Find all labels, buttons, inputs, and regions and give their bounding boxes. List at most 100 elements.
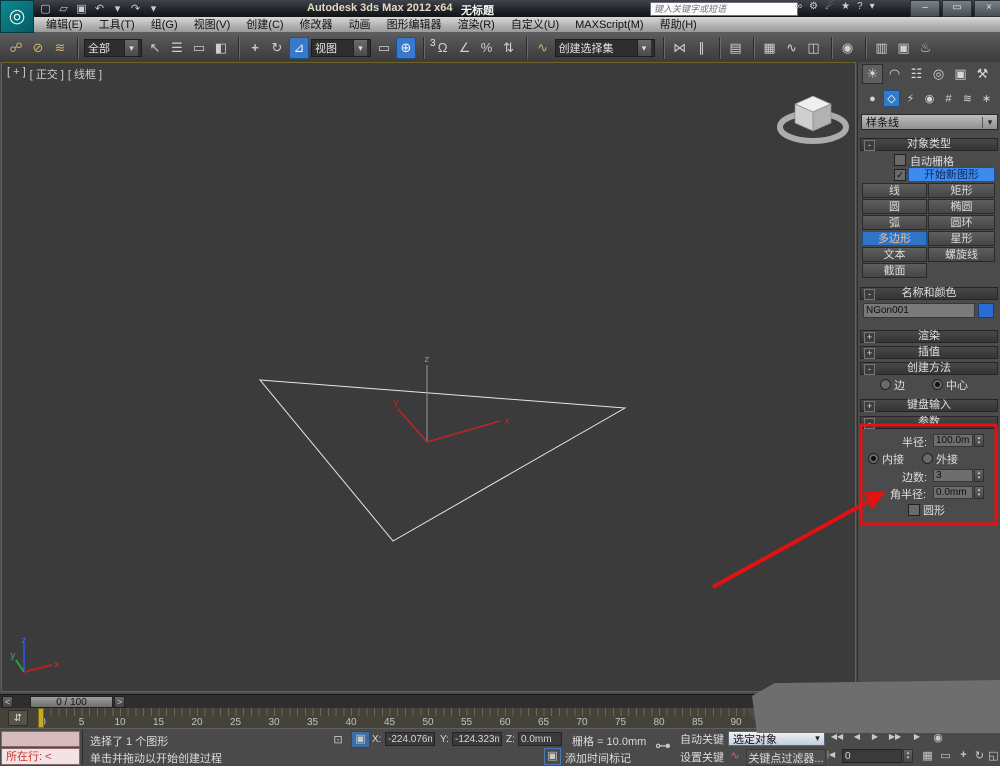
rollout-toggle[interactable]: + <box>864 401 875 412</box>
zoom-extents-icon[interactable]: ▦ <box>920 749 935 762</box>
save-file-icon[interactable]: ▣ <box>74 2 89 15</box>
menu-rendering[interactable]: 渲染(R) <box>450 17 503 33</box>
menu-animation[interactable]: 动画 <box>341 17 379 33</box>
zoom-region-icon[interactable]: ▭ <box>938 749 953 762</box>
go-to-start-icon[interactable]: ◀◀ <box>828 732 846 741</box>
ngon-wireframe[interactable] <box>258 379 627 542</box>
selection-filter-dropdown[interactable]: 全部 ▾ <box>84 38 142 57</box>
tab-hierarchy[interactable]: ☷ <box>906 64 927 84</box>
render-production-icon[interactable]: ♨ <box>916 37 936 59</box>
menu-create[interactable]: 创建(C) <box>238 17 291 33</box>
frame-spinner[interactable]: ▴ ▾ <box>903 749 913 763</box>
select-and-rotate-icon[interactable]: ↻ <box>267 37 287 59</box>
auto-key-button[interactable]: 自动关键点 <box>678 731 726 762</box>
select-and-link-icon[interactable]: ☍ <box>6 37 26 59</box>
macro-recorder-pane[interactable] <box>1 731 80 747</box>
select-and-scale-icon[interactable]: ⊿ <box>289 36 309 59</box>
sides-spinner[interactable]: ▴ ▾ <box>974 469 984 482</box>
shape-button-donut[interactable]: 圆环 <box>928 215 995 230</box>
category-shapes[interactable]: ◇ <box>883 90 900 107</box>
wrench-icon[interactable]: ⚙ <box>809 1 818 12</box>
rollout-toggle[interactable]: + <box>864 332 875 343</box>
category-cameras[interactable]: ◉ <box>921 90 938 107</box>
play-animation-icon[interactable]: ▶ <box>868 732 882 741</box>
help-icon[interactable]: ? <box>857 1 863 12</box>
render-setup-icon[interactable]: ▥ <box>872 37 892 59</box>
tab-utilities[interactable]: ⚒ <box>972 64 993 84</box>
chevron-down-icon[interactable]: ▾ <box>982 116 997 128</box>
object-name-field[interactable] <box>863 303 975 318</box>
redo-icon[interactable]: ↷ <box>128 2 143 15</box>
new-file-icon[interactable]: ▢ <box>38 2 53 15</box>
shape-button-ellipse[interactable]: 椭圆 <box>928 199 995 214</box>
search-icon[interactable]: ∞ <box>795 1 802 12</box>
menu-customize[interactable]: 自定义(U) <box>503 17 567 33</box>
circular-checkbox[interactable] <box>908 504 920 516</box>
circumscribed-radio[interactable] <box>922 453 933 464</box>
mini-listener-pane[interactable]: 所在行: < <box>1 748 80 765</box>
time-slider-handle[interactable]: 0 / 100 <box>30 696 113 708</box>
rollout-toggle[interactable]: - <box>864 418 875 429</box>
key-mode-curve-icon[interactable]: ∿ <box>728 749 742 762</box>
mirror-icon[interactable]: ⋈ <box>670 37 690 59</box>
current-frame-field[interactable] <box>842 749 902 763</box>
rollout-creation-method[interactable]: - 创建方法 <box>860 362 998 375</box>
viewport-menu-view[interactable]: [ 正交 ] <box>30 66 64 82</box>
z-coord-field[interactable] <box>518 732 562 746</box>
menu-help[interactable]: 帮助(H) <box>652 17 705 33</box>
menu-modifiers[interactable]: 修改器 <box>292 17 341 33</box>
reference-coordinate-dropdown[interactable]: 视图 ▾ <box>311 38 371 57</box>
set-keys-key-icon[interactable]: ⊶ <box>652 731 674 763</box>
viewcube[interactable] <box>772 84 856 150</box>
unlink-selection-icon[interactable]: ⊘ <box>28 37 48 59</box>
chevron-down-icon[interactable]: ▾ <box>811 733 824 744</box>
rollout-toggle[interactable]: - <box>864 140 875 151</box>
radius-field[interactable] <box>933 434 973 447</box>
set-key-button[interactable]: 设置关键点 <box>678 749 726 764</box>
select-and-move-icon[interactable]: + <box>245 37 265 59</box>
time-slider-track[interactable]: < 0 / 100 > <box>0 694 856 708</box>
shape-button-text[interactable]: 文本 <box>862 247 927 262</box>
rendered-frame-window-icon[interactable]: ▣ <box>894 37 914 59</box>
radius-spinner[interactable]: ▴ ▾ <box>974 434 984 447</box>
key-filters-button[interactable]: 关键点过滤器... <box>746 749 826 766</box>
menu-maxscript[interactable]: MAXScript(M) <box>567 17 651 33</box>
rollout-interpolation[interactable]: + 插值 <box>860 346 998 359</box>
shape-button-circle[interactable]: 圆 <box>862 199 927 214</box>
pan-hand-icon[interactable]: + <box>956 749 971 761</box>
isolate-toggle-icon[interactable]: ▣ <box>544 748 561 765</box>
menu-group[interactable]: 组(G) <box>143 17 186 33</box>
menu-tools[interactable]: 工具(T) <box>91 17 143 33</box>
shape-category-dropdown[interactable]: 样条线 ▾ <box>861 114 998 130</box>
help-flyout-icon[interactable]: ▾ <box>870 1 875 12</box>
tab-create[interactable]: ☀ <box>862 64 883 84</box>
shape-button-ngon[interactable]: 多边形 <box>862 231 927 246</box>
rectangular-selection-region-icon[interactable]: ▭ <box>189 37 209 59</box>
category-space-warps[interactable]: ≋ <box>959 90 976 107</box>
material-editor-icon[interactable]: ◉ <box>838 37 858 59</box>
shape-button-star[interactable]: 星形 <box>928 231 995 246</box>
bind-to-space-warp-icon[interactable]: ≋ <box>50 37 70 59</box>
x-coord-field[interactable] <box>385 732 435 746</box>
maximize-button[interactable]: ▭ <box>942 0 972 17</box>
infocenter-search-input[interactable] <box>650 2 798 16</box>
previous-frame-icon[interactable]: ◀ <box>850 732 864 741</box>
curve-editor-icon[interactable]: ∿ <box>782 37 802 59</box>
angle-snap-icon[interactable]: ∠ <box>455 37 475 59</box>
rollout-toggle[interactable]: + <box>864 348 875 359</box>
close-button[interactable]: × <box>974 0 1000 17</box>
favorites-star-icon[interactable]: ★ <box>841 1 850 12</box>
rollout-name-color[interactable]: - 名称和颜色 <box>860 287 998 300</box>
start-new-shape-button[interactable]: 开始新图形 <box>908 167 995 182</box>
start-new-shape-checkbox[interactable]: ✓ <box>894 169 906 181</box>
object-color-swatch[interactable] <box>978 303 994 318</box>
communication-center-icon[interactable]: ☄ <box>825 1 834 12</box>
current-frame-marker[interactable] <box>38 708 44 728</box>
chevron-down-icon[interactable]: ▾ <box>636 39 651 56</box>
layer-manager-icon[interactable]: ▤ <box>726 37 746 59</box>
shape-button-helix[interactable]: 螺旋线 <box>928 247 995 262</box>
align-icon[interactable]: ∥ <box>692 37 712 59</box>
orbit-icon[interactable]: ↻ <box>972 749 987 762</box>
creation-edge-radio[interactable] <box>880 379 891 390</box>
menu-views[interactable]: 视图(V) <box>186 17 239 33</box>
